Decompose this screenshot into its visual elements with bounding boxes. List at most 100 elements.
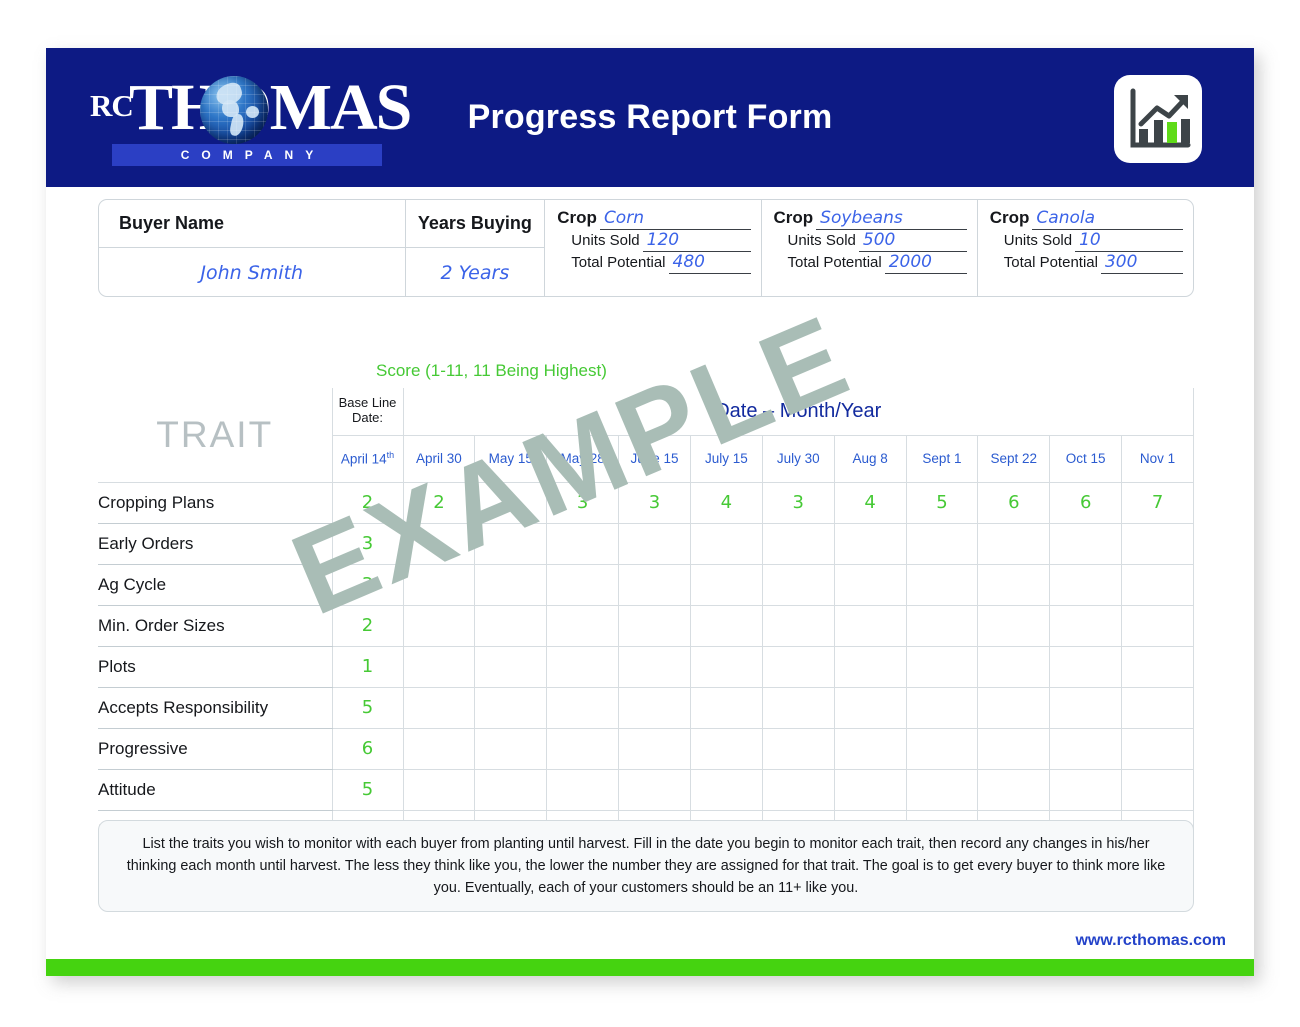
- score-cell[interactable]: [618, 522, 691, 565]
- score-cell[interactable]: [977, 604, 1051, 647]
- date-column-header[interactable]: Oct 15: [1049, 434, 1123, 483]
- date-column-header[interactable]: June 15: [618, 434, 691, 483]
- score-cell[interactable]: 7: [1121, 481, 1194, 524]
- score-cell[interactable]: [1049, 645, 1123, 688]
- score-cell[interactable]: [761, 768, 835, 811]
- score-cell[interactable]: [977, 727, 1051, 770]
- date-column-header[interactable]: May 28: [546, 434, 620, 483]
- score-cell[interactable]: [474, 768, 548, 811]
- score-cell[interactable]: [905, 768, 979, 811]
- score-cell[interactable]: 4: [833, 481, 907, 524]
- score-cell[interactable]: [977, 768, 1051, 811]
- score-cell[interactable]: [474, 522, 548, 565]
- score-cell[interactable]: [546, 522, 620, 565]
- baseline-score-cell[interactable]: 2: [331, 481, 404, 524]
- buyer-name-value[interactable]: John Smith: [99, 248, 405, 297]
- score-cell[interactable]: [1121, 768, 1194, 811]
- score-cell[interactable]: [1121, 727, 1194, 770]
- date-column-header[interactable]: April 30: [402, 434, 476, 483]
- score-cell[interactable]: [546, 686, 620, 729]
- score-cell[interactable]: [546, 727, 620, 770]
- score-cell[interactable]: [618, 727, 691, 770]
- score-cell[interactable]: [618, 686, 691, 729]
- score-cell[interactable]: [1049, 768, 1123, 811]
- score-cell[interactable]: [761, 686, 835, 729]
- score-cell[interactable]: 2: [402, 481, 476, 524]
- baseline-score-cell[interactable]: 2: [331, 604, 404, 647]
- score-cell[interactable]: [618, 645, 691, 688]
- years-buying-value[interactable]: 2 Years: [406, 248, 545, 297]
- score-cell[interactable]: [833, 604, 907, 647]
- score-cell[interactable]: [474, 686, 548, 729]
- score-cell[interactable]: [689, 645, 763, 688]
- score-cell[interactable]: [833, 768, 907, 811]
- score-cell[interactable]: [833, 645, 907, 688]
- baseline-score-cell[interactable]: 6: [331, 727, 404, 770]
- score-cell[interactable]: [905, 563, 979, 606]
- score-cell[interactable]: 2: [474, 481, 548, 524]
- score-cell[interactable]: [833, 686, 907, 729]
- score-cell[interactable]: [833, 727, 907, 770]
- baseline-score-cell[interactable]: 5: [331, 686, 404, 729]
- score-cell[interactable]: [977, 522, 1051, 565]
- score-cell[interactable]: [402, 686, 476, 729]
- crop-name-value[interactable]: Corn: [599, 209, 751, 230]
- score-cell[interactable]: 5: [905, 481, 979, 524]
- score-cell[interactable]: [1121, 686, 1194, 729]
- score-cell[interactable]: [546, 768, 620, 811]
- date-column-header[interactable]: July 30: [761, 434, 835, 483]
- score-cell[interactable]: [1049, 686, 1123, 729]
- score-cell[interactable]: [1049, 522, 1123, 565]
- score-cell[interactable]: [1049, 727, 1123, 770]
- score-cell[interactable]: [761, 563, 835, 606]
- score-cell[interactable]: [905, 522, 979, 565]
- score-cell[interactable]: [905, 686, 979, 729]
- score-cell[interactable]: [546, 563, 620, 606]
- score-cell[interactable]: [689, 768, 763, 811]
- units-sold-value[interactable]: 120: [642, 231, 751, 252]
- score-cell[interactable]: [689, 727, 763, 770]
- score-cell[interactable]: [977, 563, 1051, 606]
- score-cell[interactable]: [1121, 645, 1194, 688]
- score-cell[interactable]: [474, 604, 548, 647]
- score-cell[interactable]: [761, 604, 835, 647]
- crop-name-value[interactable]: Soybeans: [816, 209, 967, 230]
- score-cell[interactable]: [546, 645, 620, 688]
- score-cell[interactable]: [402, 522, 476, 565]
- score-cell[interactable]: [546, 604, 620, 647]
- baseline-score-cell[interactable]: 3: [331, 522, 404, 565]
- total-potential-value[interactable]: 480: [668, 253, 751, 274]
- score-cell[interactable]: [1049, 604, 1123, 647]
- date-column-header[interactable]: July 15: [689, 434, 763, 483]
- score-cell[interactable]: [905, 727, 979, 770]
- score-cell[interactable]: [905, 604, 979, 647]
- score-cell[interactable]: 3: [761, 481, 835, 524]
- score-cell[interactable]: 6: [977, 481, 1051, 524]
- score-cell[interactable]: 6: [1049, 481, 1123, 524]
- score-cell[interactable]: [402, 768, 476, 811]
- units-sold-value[interactable]: 10: [1075, 231, 1183, 252]
- score-cell[interactable]: 4: [689, 481, 763, 524]
- score-cell[interactable]: [1121, 522, 1194, 565]
- score-cell[interactable]: [833, 563, 907, 606]
- baseline-score-cell[interactable]: 1: [331, 645, 404, 688]
- score-cell[interactable]: [761, 522, 835, 565]
- score-cell[interactable]: [689, 604, 763, 647]
- score-cell[interactable]: [402, 563, 476, 606]
- score-cell[interactable]: [977, 645, 1051, 688]
- score-cell[interactable]: [474, 563, 548, 606]
- score-cell[interactable]: [402, 604, 476, 647]
- baseline-score-cell[interactable]: 3: [331, 563, 404, 606]
- score-cell[interactable]: [761, 645, 835, 688]
- score-cell[interactable]: [618, 768, 691, 811]
- score-cell[interactable]: [689, 686, 763, 729]
- score-cell[interactable]: [618, 604, 691, 647]
- score-cell[interactable]: [402, 645, 476, 688]
- website-link[interactable]: www.rcthomas.com: [1075, 932, 1226, 950]
- score-cell[interactable]: [1121, 563, 1194, 606]
- total-potential-value[interactable]: 300: [1100, 253, 1183, 274]
- baseline-date-cell[interactable]: April 14th: [331, 434, 404, 483]
- date-column-header[interactable]: Sept 22: [977, 434, 1051, 483]
- score-cell[interactable]: [402, 727, 476, 770]
- units-sold-value[interactable]: 500: [858, 231, 967, 252]
